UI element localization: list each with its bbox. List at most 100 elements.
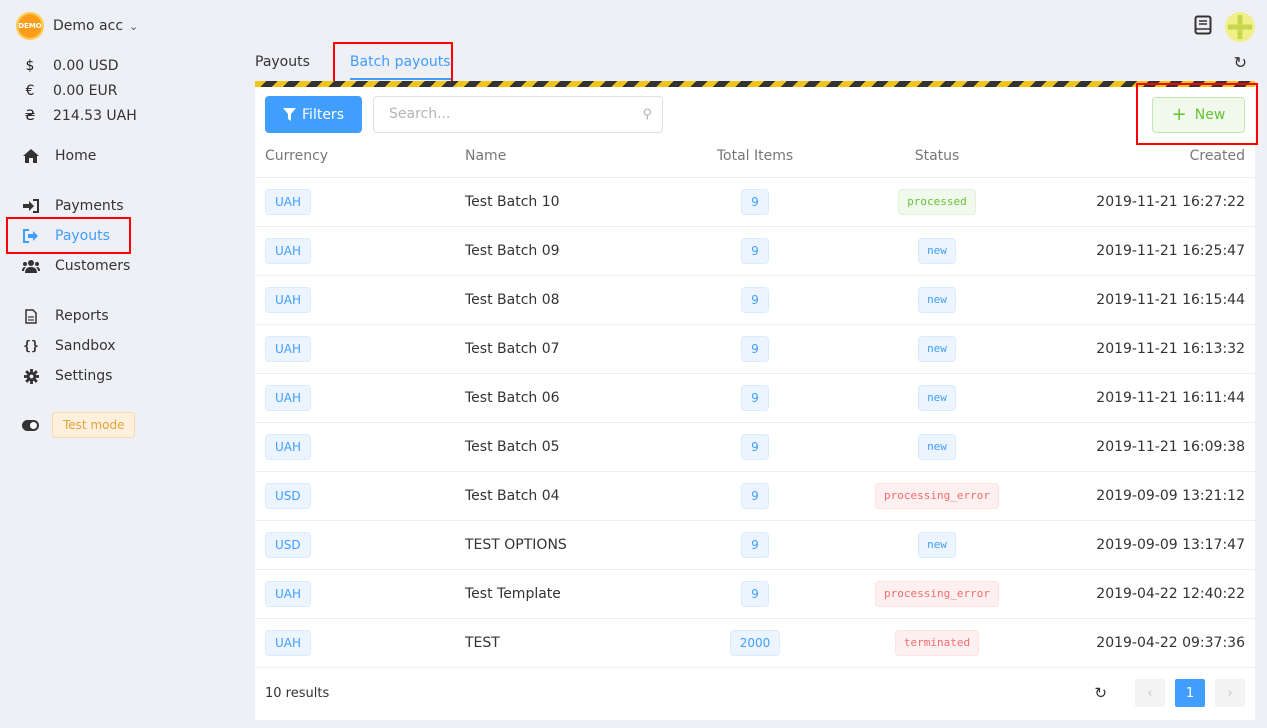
sidebar-item-label: Settings (55, 368, 113, 384)
currency-cell: UAH (255, 226, 455, 276)
table-row[interactable]: UAH Test Batch 09 9 new 2019-11-21 16:25… (255, 226, 1255, 276)
prev-page-button[interactable]: ‹ (1135, 679, 1165, 707)
status-badge: new (918, 531, 956, 558)
table-row[interactable]: UAH TEST 2000 terminated 2019-04-22 09:3… (255, 618, 1255, 668)
gear-icon (22, 367, 40, 385)
column-header-currency[interactable]: Currency (255, 136, 455, 178)
test-mode-toggle[interactable]: Test mode (22, 412, 136, 438)
next-page-button[interactable]: › (1215, 679, 1245, 707)
table-body: UAH Test Batch 10 9 processed 2019-11-21… (255, 177, 1255, 668)
batch-name: Test Batch 08 (455, 275, 689, 325)
status-badge: processed (898, 188, 976, 215)
account-switcher[interactable]: DEMO Demo acc ⌄ (16, 12, 138, 40)
sidebar-item-reports[interactable]: Reports (22, 307, 109, 325)
batch-name: TEST (455, 618, 689, 668)
table-row[interactable]: UAH Test Batch 06 9 new 2019-11-21 16:11… (255, 373, 1255, 423)
items-count-tag: 9 (741, 237, 769, 264)
balance-amount: 0.00 USD (53, 58, 119, 74)
batch-name: Test Batch 10 (455, 177, 689, 227)
created-date: 2019-11-21 16:11:44 (1053, 373, 1255, 423)
search-input[interactable]: Search... ⚲ (373, 96, 663, 133)
sidebar-item-label: Payments (55, 198, 124, 214)
items-count-tag: 9 (741, 384, 769, 411)
status-cell: new (821, 226, 1053, 276)
balance-eur: € 0.00 EUR (22, 83, 118, 99)
sidebar-item-customers[interactable]: Customers (22, 257, 130, 275)
currency-cell: UAH (255, 618, 455, 668)
status-badge: new (918, 384, 956, 411)
currency-cell: UAH (255, 422, 455, 472)
created-date: 2019-09-09 13:17:47 (1053, 520, 1255, 570)
table-row[interactable]: UAH Test Batch 08 9 new 2019-11-21 16:15… (255, 275, 1255, 325)
chevron-down-icon: ⌄ (129, 19, 139, 33)
balance-amount: 214.53 UAH (53, 108, 137, 124)
currency-tag: UAH (265, 335, 312, 362)
status-cell: new (821, 520, 1053, 570)
batch-name: Test Batch 06 (455, 373, 689, 423)
column-header-name[interactable]: Name (455, 136, 689, 178)
book-icon[interactable] (1194, 15, 1212, 39)
currency-cell: UAH (255, 373, 455, 423)
created-date: 2019-11-21 16:27:22 (1053, 177, 1255, 227)
batch-payouts-table: Currency Name Total Items Status Created… (255, 136, 1255, 668)
sidebar-item-settings[interactable]: Settings (22, 367, 112, 385)
currency-tag: USD (265, 531, 311, 558)
currency-cell: UAH (255, 324, 455, 374)
items-count-tag: 9 (741, 531, 769, 558)
highlight-box-payouts (6, 217, 131, 254)
avatar[interactable] (1225, 12, 1255, 42)
status-badge: new (918, 335, 956, 362)
filters-label: Filters (302, 106, 344, 123)
page-button-current[interactable]: 1 (1175, 679, 1205, 707)
highlight-box-new (1136, 83, 1258, 145)
currency-tag: UAH (265, 237, 312, 264)
tab-payouts[interactable]: Payouts (255, 50, 310, 80)
test-mode-badge: Test mode (52, 412, 136, 438)
sidebar-item-label: Home (55, 148, 97, 164)
created-date: 2019-11-21 16:09:38 (1053, 422, 1255, 472)
batch-name: Test Batch 09 (455, 226, 689, 276)
sidebar-item-sandbox[interactable]: {} Sandbox (22, 337, 115, 355)
sidebar-item-payments[interactable]: Payments (22, 197, 124, 215)
sidebar-item-label: Reports (55, 308, 109, 324)
items-count-tag: 9 (741, 580, 769, 607)
batch-name: TEST OPTIONS (455, 520, 689, 570)
filters-button[interactable]: Filters (265, 96, 362, 133)
table-row[interactable]: USD TEST OPTIONS 9 new 2019-09-09 13:17:… (255, 520, 1255, 570)
refresh-icon[interactable]: ↻ (1234, 53, 1247, 72)
pagination: ↻ ‹ 1 › (1094, 679, 1245, 707)
table-row[interactable]: UAH Test Batch 10 9 processed 2019-11-21… (255, 177, 1255, 227)
balance-usd: $ 0.00 USD (22, 58, 119, 74)
items-cell: 9 (689, 324, 821, 374)
created-date: 2019-04-22 09:37:36 (1053, 618, 1255, 668)
status-cell: processing_error (821, 569, 1053, 619)
column-header-status[interactable]: Status (821, 136, 1053, 178)
status-cell: processing_error (821, 471, 1053, 521)
filter-icon (283, 108, 297, 121)
items-count-tag: 9 (741, 433, 769, 460)
column-header-total-items[interactable]: Total Items (689, 136, 821, 178)
items-cell: 9 (689, 569, 821, 619)
results-count: 10 results (265, 686, 330, 701)
table-row[interactable]: UAH Test Batch 07 9 new 2019-11-21 16:13… (255, 324, 1255, 374)
status-badge: new (918, 286, 956, 313)
currency-tag: UAH (265, 629, 312, 656)
status-cell: new (821, 422, 1053, 472)
users-icon (22, 257, 40, 275)
currency-tag: UAH (265, 188, 312, 215)
toggle-icon[interactable] (22, 419, 39, 431)
table-row[interactable]: USD Test Batch 04 9 processing_error 201… (255, 471, 1255, 521)
table-row[interactable]: UAH Test Template 9 processing_error 201… (255, 569, 1255, 619)
batch-name: Test Batch 05 (455, 422, 689, 472)
status-cell: terminated (821, 618, 1053, 668)
created-date: 2019-11-21 16:13:32 (1053, 324, 1255, 374)
sidebar-item-home[interactable]: Home (22, 147, 96, 165)
status-cell: new (821, 373, 1053, 423)
refresh-icon[interactable]: ↻ (1094, 684, 1107, 702)
status-cell: processed (821, 177, 1053, 227)
table-row[interactable]: UAH Test Batch 05 9 new 2019-11-21 16:09… (255, 422, 1255, 472)
top-right-actions (1194, 12, 1255, 42)
currency-tag: UAH (265, 433, 312, 460)
status-badge: new (918, 237, 956, 264)
currency-tag: UAH (265, 286, 312, 313)
